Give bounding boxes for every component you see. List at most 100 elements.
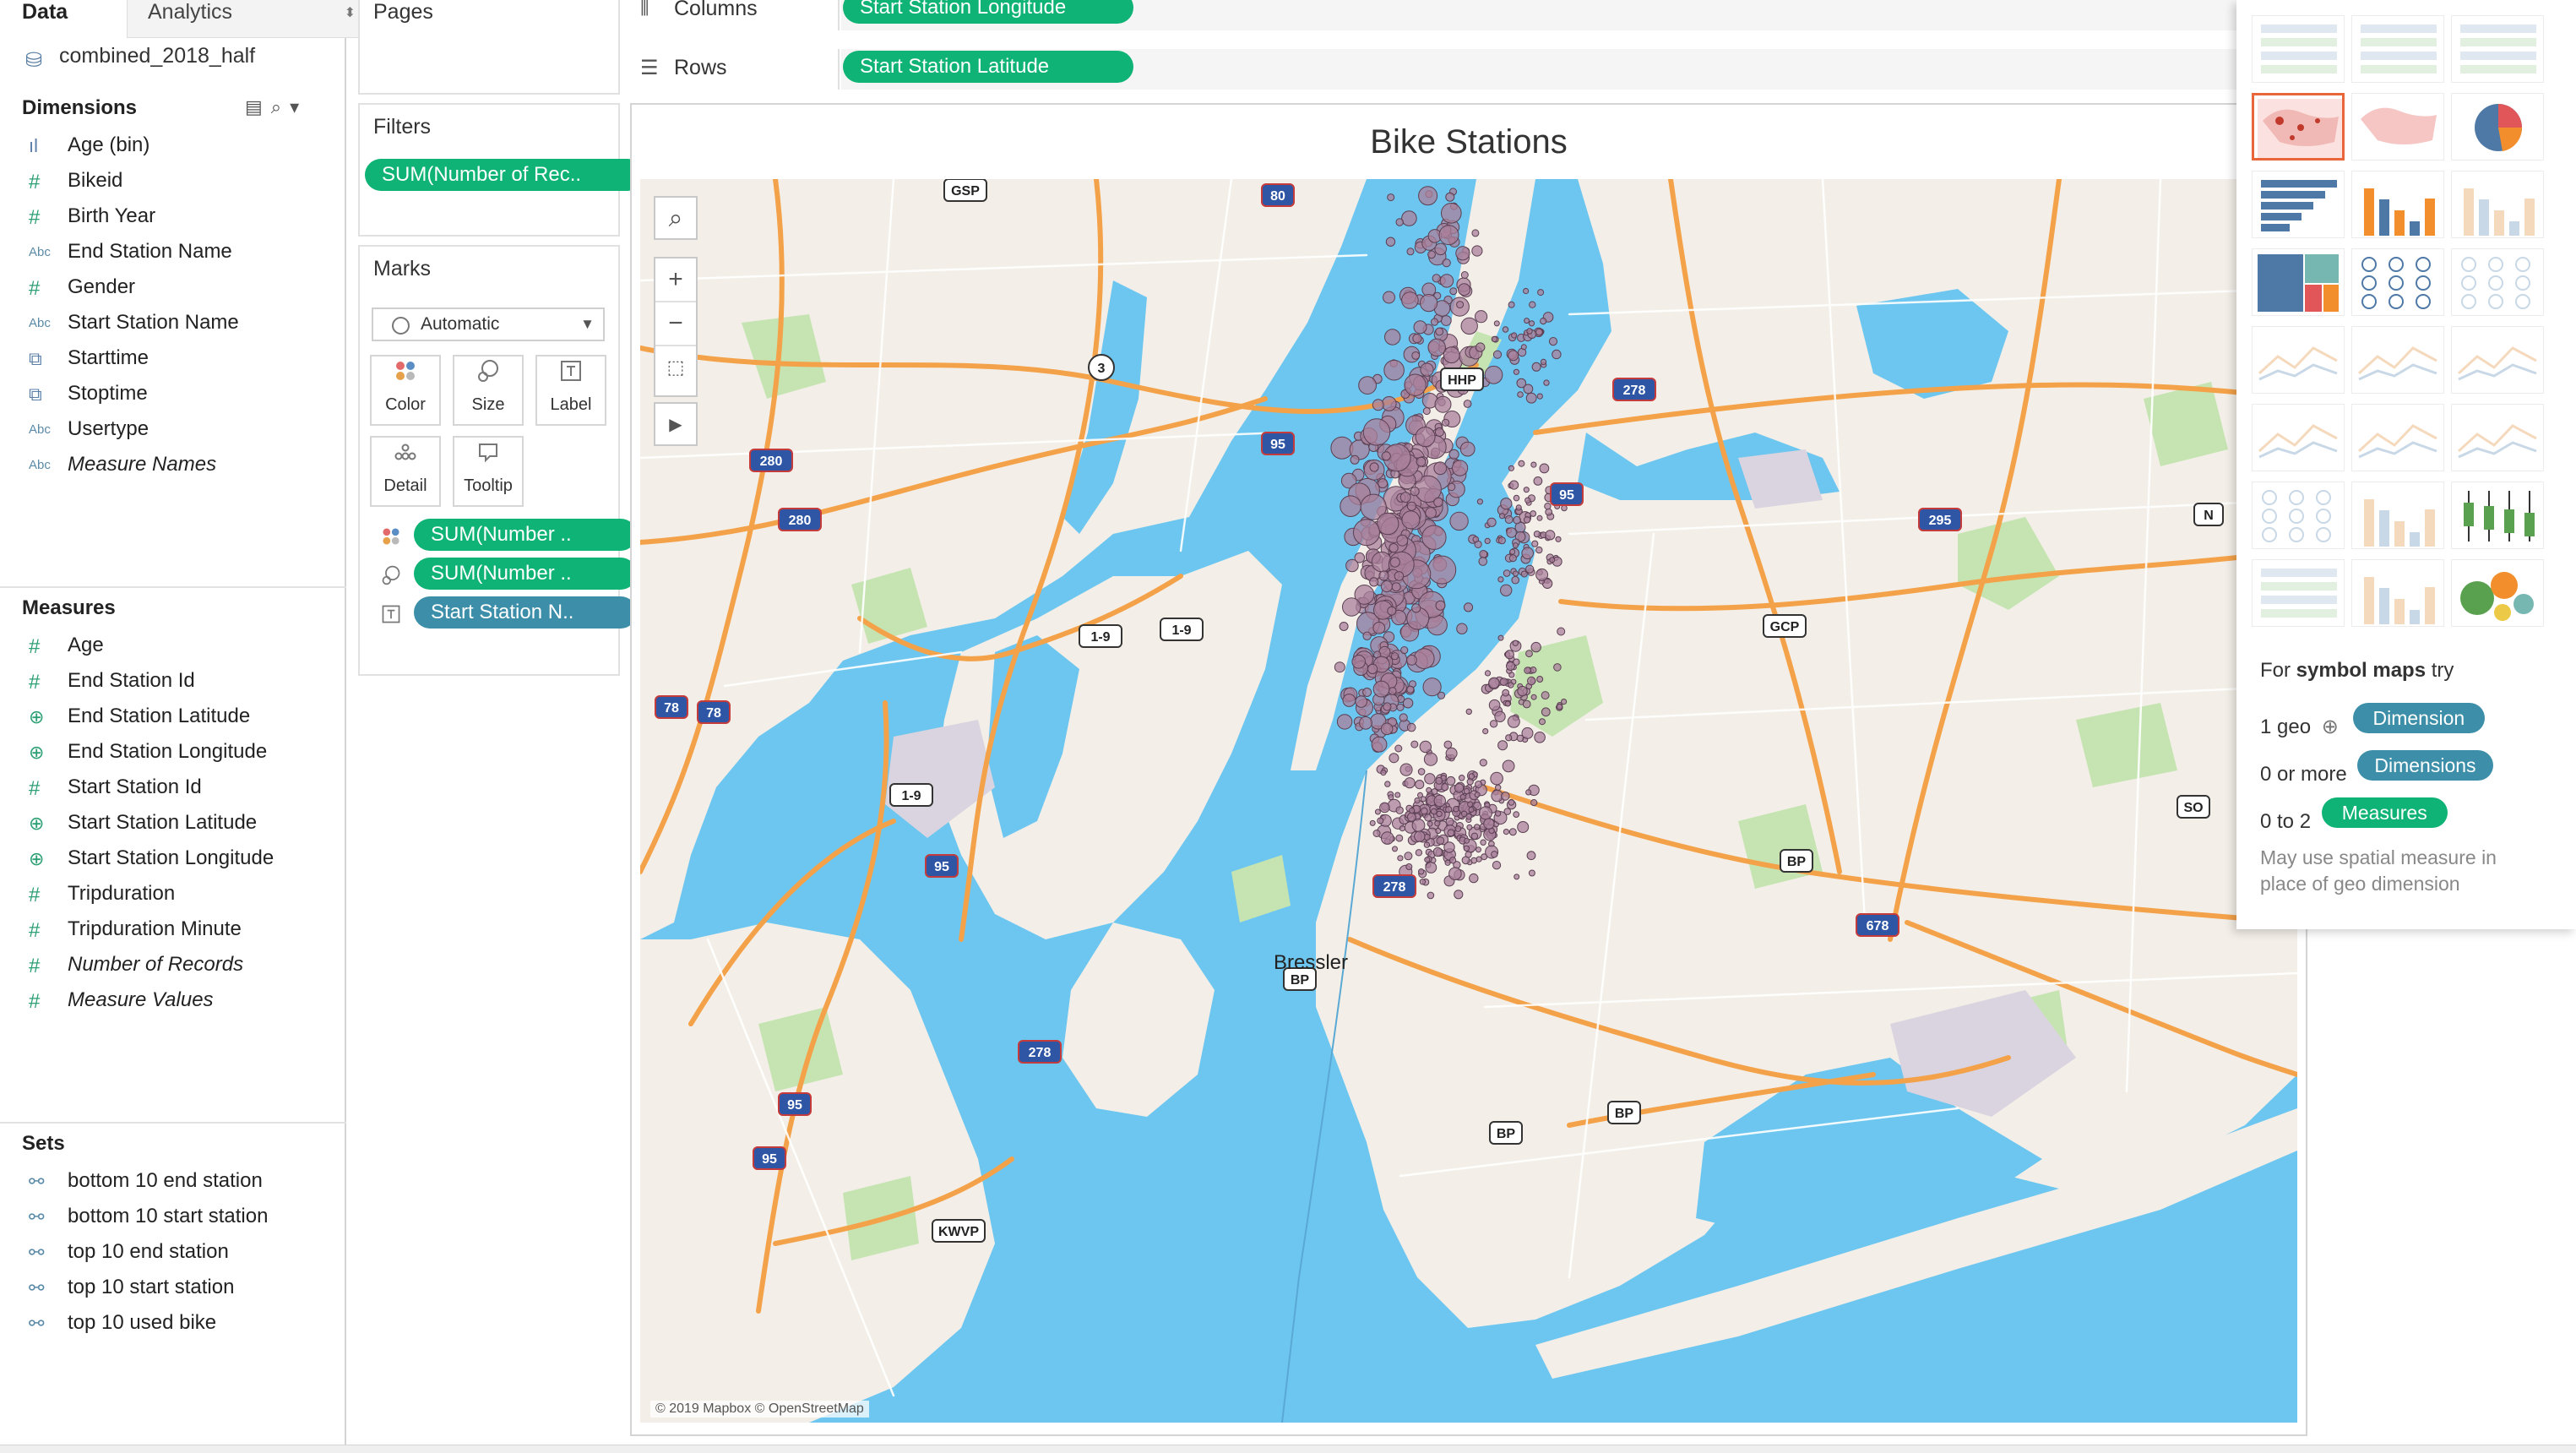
station-mark[interactable] [1502, 688, 1510, 697]
station-mark[interactable] [1507, 715, 1520, 728]
size-button[interactable]: Size [453, 355, 524, 426]
station-mark[interactable] [1424, 857, 1431, 863]
station-mark[interactable] [1342, 694, 1356, 707]
station-mark[interactable] [1548, 337, 1558, 346]
station-mark[interactable] [1539, 463, 1550, 474]
station-mark[interactable] [1552, 349, 1562, 360]
station-mark[interactable] [1362, 631, 1372, 640]
station-mark[interactable] [1458, 775, 1465, 781]
station-mark[interactable] [1396, 534, 1409, 547]
station-mark[interactable] [1426, 786, 1432, 793]
station-mark[interactable] [1523, 287, 1530, 295]
station-mark[interactable] [1506, 661, 1515, 671]
station-mark[interactable] [1481, 853, 1488, 861]
station-mark[interactable] [1385, 237, 1396, 247]
station-mark[interactable] [1524, 667, 1531, 674]
dim-field[interactable]: Abc Measure Names [29, 453, 216, 487]
station-mark[interactable] [1383, 359, 1405, 381]
station-mark[interactable] [1435, 327, 1444, 336]
station-mark[interactable] [1436, 810, 1443, 818]
station-mark[interactable] [1468, 773, 1475, 780]
station-mark[interactable] [1520, 344, 1527, 351]
chevron-down-icon[interactable]: ▾ [290, 96, 307, 117]
station-mark[interactable] [1446, 775, 1456, 786]
station-mark[interactable] [1497, 576, 1504, 583]
station-mark[interactable] [1508, 828, 1517, 836]
station-mark[interactable] [1459, 794, 1466, 800]
scatter-plot-chart-button[interactable] [2252, 482, 2345, 549]
station-mark[interactable] [1454, 825, 1462, 832]
station-mark[interactable] [1561, 699, 1568, 705]
station-mark[interactable] [1413, 648, 1435, 669]
filters-card[interactable]: Filters SUM(Number of Rec.. [358, 103, 644, 237]
mea-field[interactable]: # Tripduration Minute [29, 917, 242, 951]
station-mark[interactable] [1433, 497, 1443, 508]
station-mark[interactable] [1441, 203, 1462, 224]
station-mark[interactable] [1401, 210, 1417, 226]
map-attribution[interactable]: © 2019 Mapbox © OpenStreetMap [650, 1401, 869, 1418]
station-mark[interactable] [1440, 315, 1452, 326]
mea-field[interactable]: ⊕ Start Station Longitude [29, 846, 274, 880]
station-mark[interactable] [1390, 652, 1399, 661]
station-mark[interactable] [1378, 570, 1389, 581]
station-mark[interactable] [1536, 676, 1544, 683]
station-mark[interactable] [1479, 806, 1492, 820]
station-mark[interactable] [1475, 310, 1488, 324]
station-mark[interactable] [1534, 732, 1546, 743]
station-mark[interactable] [1418, 868, 1425, 875]
station-mark[interactable] [1535, 568, 1549, 581]
station-mark[interactable] [1353, 519, 1380, 547]
station-mark[interactable] [1404, 373, 1427, 396]
station-mark[interactable] [1513, 811, 1520, 818]
mea-field[interactable]: ⊕ End Station Latitude [29, 705, 250, 738]
station-mark[interactable] [1530, 510, 1537, 517]
station-mark[interactable] [1460, 317, 1478, 335]
station-mark[interactable] [1435, 600, 1446, 611]
station-mark[interactable] [1458, 283, 1471, 297]
station-mark[interactable] [1380, 580, 1394, 593]
station-mark[interactable] [1518, 460, 1525, 467]
filled-map-chart-button[interactable] [2351, 93, 2444, 161]
station-mark[interactable] [1482, 728, 1489, 735]
station-mark[interactable] [1503, 829, 1510, 835]
station-mark[interactable] [1394, 571, 1405, 581]
filter-pill[interactable]: SUM(Number of Rec.. [365, 159, 644, 191]
area-continuous-chart-button[interactable] [2252, 404, 2345, 471]
dim-field[interactable]: ıl Age (bin) [29, 133, 149, 167]
mea-field[interactable]: # Start Station Id [29, 775, 202, 809]
station-mark[interactable] [1489, 720, 1498, 728]
station-mark[interactable] [1478, 557, 1488, 566]
station-mark[interactable] [1369, 819, 1376, 826]
mea-field[interactable]: # End Station Id [29, 669, 195, 703]
station-mark[interactable] [1484, 670, 1492, 677]
station-mark[interactable] [1490, 771, 1503, 786]
station-mark[interactable] [1506, 527, 1517, 538]
station-mark[interactable] [1523, 487, 1530, 493]
label-dimension-pill[interactable]: Start Station N.. [414, 596, 637, 629]
station-mark[interactable] [1420, 294, 1438, 313]
station-mark[interactable] [1530, 694, 1537, 700]
station-mark[interactable] [1530, 799, 1538, 807]
map-search-control[interactable]: ⌕ [654, 196, 698, 240]
station-mark[interactable] [1409, 808, 1416, 814]
station-mark[interactable] [1438, 225, 1459, 246]
station-mark[interactable] [1413, 320, 1427, 335]
mea-field[interactable]: # Tripduration [29, 882, 175, 916]
station-mark[interactable] [1432, 846, 1443, 857]
station-mark[interactable] [1427, 338, 1446, 357]
station-mark[interactable] [1430, 808, 1437, 815]
station-mark[interactable] [1524, 318, 1530, 324]
station-mark[interactable] [1526, 328, 1533, 335]
stacked-bars-chart-button[interactable] [2351, 171, 2444, 238]
station-mark[interactable] [1359, 716, 1372, 730]
zoom-in-icon[interactable]: + [655, 258, 696, 302]
station-mark[interactable] [1474, 792, 1481, 798]
station-mark[interactable] [1406, 812, 1416, 822]
station-mark[interactable] [1433, 461, 1448, 476]
station-mark[interactable] [1470, 832, 1479, 840]
station-mark[interactable] [1443, 346, 1460, 364]
station-mark[interactable] [1427, 250, 1436, 259]
station-mark[interactable] [1530, 641, 1541, 653]
station-mark[interactable] [1514, 873, 1520, 880]
station-mark[interactable] [1427, 555, 1457, 585]
